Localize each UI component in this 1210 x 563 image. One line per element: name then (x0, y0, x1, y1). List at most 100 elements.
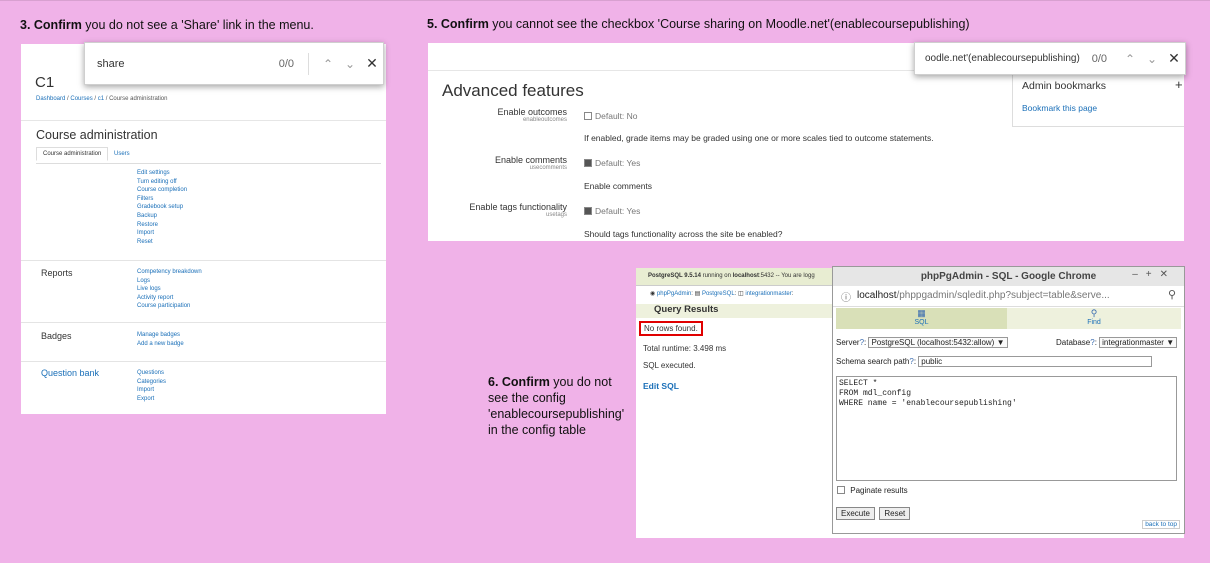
address-bar[interactable]: ⓘ localhost/phppgadmin/sqledit.php?subje… (833, 286, 1184, 307)
tags-checkbox[interactable] (584, 207, 592, 215)
question-bank-label[interactable]: Question bank (41, 368, 99, 378)
server-value: PostgreSQL (localhost:5432:allow) (871, 338, 995, 347)
outcomes-checkbox[interactable] (584, 112, 592, 120)
paginate-checkbox[interactable] (837, 486, 845, 494)
comments-default-text: Default: Yes (595, 158, 641, 168)
link-import[interactable]: Import (137, 229, 187, 238)
edit-sql-link[interactable]: Edit SQL (643, 381, 679, 391)
server-row: Server?: PostgreSQL (localhost:5432:allo… (836, 337, 1008, 348)
paginate-row: Paginate results (837, 486, 908, 495)
tab-course-administration[interactable]: Course administration (36, 147, 109, 161)
sql-executed: SQL executed. (643, 361, 696, 370)
chevron-down-icon-2[interactable]: ⌄ (1141, 52, 1163, 66)
find-icon: ⚲ (1090, 308, 1098, 318)
link-categories[interactable]: Categories (137, 378, 166, 387)
url-path: /phppgadmin/sqledit.php?subject=table&se… (896, 290, 1110, 301)
link-manage-badges[interactable]: Manage badges (137, 331, 184, 340)
tab-find[interactable]: ⚲ Find (1007, 308, 1181, 329)
link-gradebook-setup[interactable]: Gradebook setup (137, 203, 187, 212)
reset-button[interactable]: Reset (879, 507, 911, 520)
tab-sql[interactable]: ▦ SQL (836, 308, 1007, 329)
link-course-completion[interactable]: Course completion (137, 186, 187, 195)
tab-users[interactable]: Users (114, 151, 130, 157)
setting-outcomes-label-group: Enable outcomes enableoutcomes (438, 107, 567, 123)
minimize-icon[interactable]: – (1132, 269, 1146, 280)
link-export[interactable]: Export (137, 395, 166, 404)
link-add-new-badge[interactable]: Add a new badge (137, 340, 184, 349)
pg-version: PostgreSQL 9.5.14 (648, 273, 701, 279)
link-live-logs[interactable]: Live logs (137, 285, 202, 294)
sql-textarea[interactable]: SELECT * FROM mdl_config WHERE name = 'e… (836, 376, 1177, 481)
reports-label: Reports (41, 268, 73, 278)
database-select[interactable]: integrationmaster ▼ (1099, 337, 1178, 348)
chevron-up-icon-2[interactable]: ⌃ (1119, 52, 1141, 66)
setting-comments-desc: Enable comments (584, 181, 653, 191)
server-select[interactable]: PostgreSQL (localhost:5432:allow) ▼ (868, 337, 1008, 348)
step6-number: 6. Confirm (488, 375, 550, 389)
outcomes-default-text: Default: No (595, 111, 638, 121)
pg-running-text: running on (702, 273, 731, 279)
url-text[interactable]: localhost/phppgadmin/sqledit.php?subject… (857, 290, 1110, 301)
tab-bar: Course administration Users (36, 147, 381, 164)
close-icon[interactable]: ✕ (361, 55, 383, 72)
window-close-icon[interactable]: ✕ (1160, 269, 1176, 280)
tags-default-text: Default: Yes (595, 206, 641, 216)
sql-line-2: FROM mdl_config (839, 389, 912, 398)
link-backup[interactable]: Backup (137, 212, 187, 221)
info-icon[interactable]: ⓘ (841, 289, 851, 304)
pg-trail: ◉ phpPgAdmin: ▤ PostgreSQL: ◫ integratio… (650, 291, 794, 297)
pg-host: localhost (732, 273, 759, 279)
pg-status-bar: PostgreSQL 9.5.14 running on localhost:5… (636, 268, 848, 286)
execute-button[interactable]: Execute (836, 507, 875, 520)
move-plus-icon[interactable]: + (1175, 77, 1183, 92)
trail-database[interactable]: integrationmaster (745, 291, 791, 297)
link-qbank-import[interactable]: Import (137, 386, 166, 395)
comments-checkbox[interactable] (584, 159, 592, 167)
trail-postgresql[interactable]: PostgreSQL (702, 291, 735, 297)
course-admin-screenshot: C1 Dashboard / Courses / c1 / Course adm… (21, 44, 386, 414)
maximize-icon[interactable]: + (1146, 269, 1160, 280)
no-rows-found-message: No rows found. (639, 321, 703, 336)
zoom-icon[interactable]: ⚲ (1168, 288, 1176, 301)
chevron-up-icon[interactable]: ⌃ (317, 57, 339, 71)
breadcrumb-dashboard[interactable]: Dashboard (36, 96, 65, 102)
breadcrumb-c1[interactable]: c1 (98, 96, 104, 102)
admin-bookmarks-title: Admin bookmarks (1022, 80, 1107, 92)
link-edit-settings[interactable]: Edit settings (137, 169, 187, 178)
link-logs[interactable]: Logs (137, 277, 202, 286)
setting-tags-desc: Should tags functionality across the sit… (584, 229, 783, 239)
setting-comments-label-group: Enable comments usecomments (438, 155, 567, 171)
link-competency-breakdown[interactable]: Competency breakdown (137, 268, 202, 277)
tab-find-label: Find (1087, 319, 1101, 326)
advanced-features-heading: Advanced features (442, 81, 584, 100)
browser-find-bar-2: oodle.net'(enablecoursepublishing) 0/0 ⌃… (914, 42, 1186, 75)
setting-outcomes-label: Enable outcomes (497, 107, 567, 117)
find-input[interactable]: share (85, 58, 279, 70)
badges-label: Badges (41, 331, 72, 341)
find-separator (308, 52, 309, 75)
find-input-2[interactable]: oodle.net'(enablecoursepublishing) (915, 53, 1092, 64)
trail-phppgadmin[interactable]: phpPgAdmin (657, 291, 691, 297)
link-course-participation[interactable]: Course participation (137, 302, 202, 311)
link-activity-report[interactable]: Activity report (137, 294, 202, 303)
chevron-down-icon[interactable]: ⌄ (339, 57, 361, 71)
close-icon-2[interactable]: ✕ (1163, 50, 1185, 67)
setting-tags-label-group: Enable tags functionality usetags (438, 202, 567, 218)
step6-line2: see the config (488, 391, 566, 405)
schema-input[interactable]: public (918, 356, 1153, 367)
breadcrumb: Dashboard / Courses / c1 / Course admini… (36, 96, 168, 102)
qbank-divider (21, 361, 386, 362)
link-questions[interactable]: Questions (137, 369, 166, 378)
breadcrumb-courses[interactable]: Courses (70, 96, 92, 102)
total-runtime: Total runtime: 3.498 ms (643, 344, 727, 353)
tab-sql-label: SQL (914, 319, 929, 326)
link-restore[interactable]: Restore (137, 221, 187, 230)
link-filters[interactable]: Filters (137, 195, 187, 204)
link-reset[interactable]: Reset (137, 238, 187, 247)
back-to-top-link[interactable]: back to top (1142, 520, 1180, 529)
link-turn-editing-off[interactable]: Turn editing off (137, 178, 187, 187)
elephant-icon: ◉ (650, 291, 656, 297)
find-match-count-2: 0/0 (1091, 52, 1107, 65)
setting-tags-default: Default: Yes (584, 206, 640, 216)
bookmark-this-page-link[interactable]: Bookmark this page (1022, 103, 1097, 113)
